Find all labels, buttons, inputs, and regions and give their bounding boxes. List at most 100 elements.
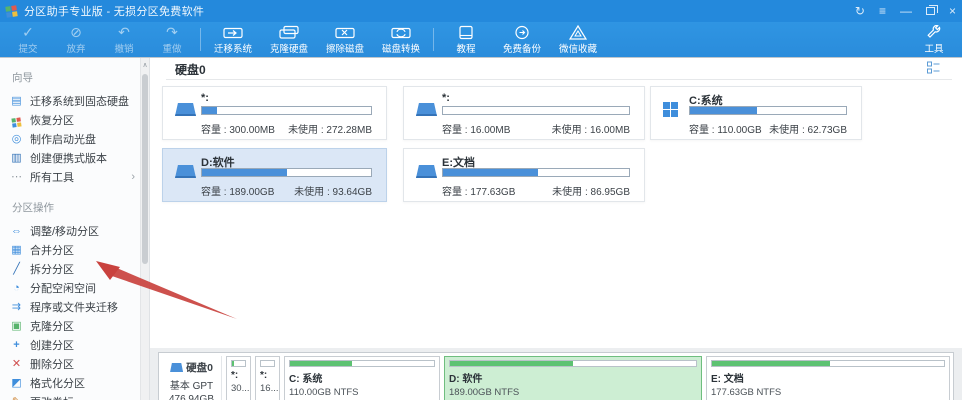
trash-icon: ✕ <box>11 357 22 370</box>
sidebar-item-resize-move-partition[interactable]: ⇔ 调整/移动分区 <box>10 221 149 240</box>
drive-convert-icon <box>390 25 412 40</box>
sidebar-item-make-bootable-cd[interactable]: ◎ 制作启动光盘 <box>10 129 149 148</box>
disk-block-e[interactable]: E: 文档 177.63GB NTFS <box>706 356 950 400</box>
sidebar-item-delete-partition[interactable]: ✕ 删除分区 <box>10 354 149 373</box>
usage-bar <box>201 168 372 177</box>
check-icon: ✓ <box>22 23 34 40</box>
toolbar: ✓ 提交 ⊘ 放弃 ↶ 撤销 ↷ 重做 迁移系统 克隆硬盘 擦除磁盘 磁盘转换 … <box>0 22 962 58</box>
chevron-right-icon: › <box>131 170 135 183</box>
sidebar-section-wizards: 向导 <box>12 72 33 84</box>
book-icon <box>457 25 475 40</box>
clock-pie-icon: ◔ <box>13 281 20 294</box>
refresh-icon[interactable]: ↻ <box>855 5 865 17</box>
pinwheel-icon <box>10 113 23 128</box>
sidebar-item-format-partition[interactable]: ◩ 格式化分区 <box>10 373 149 392</box>
drive-icon <box>175 165 196 178</box>
wrench-icon <box>926 24 942 40</box>
portable-drive-icon: ▥ <box>11 151 22 164</box>
usage-bar <box>689 106 847 115</box>
aomei-triangle-icon <box>569 24 587 40</box>
sidebar-item-recover-partition[interactable]: 恢复分区 <box>10 110 149 129</box>
sidebar-item-migrate-to-ssd[interactable]: ▤ 迁移系统到固态硬盘 <box>10 91 149 110</box>
discard-icon: ⊘ <box>70 23 82 40</box>
disk-block-reserved2[interactable]: *: 16... <box>255 356 280 400</box>
divider <box>166 79 952 80</box>
tutorial-button[interactable]: 教程 <box>438 22 494 57</box>
disk-convert-button[interactable]: 磁盘转换 <box>373 22 429 57</box>
tools-button[interactable]: 工具 <box>910 22 958 57</box>
partition-assistant-window: 分区助手专业版 - 无损分区免费软件 ↻ ≡ — × ✓ 提交 ⊘ 放弃 ↶ 撤… <box>0 0 962 400</box>
backup-sync-icon <box>513 25 531 40</box>
disk-block-reserved1[interactable]: *: 30... <box>226 356 251 400</box>
drive-icon <box>416 165 437 178</box>
ellipsis-icon: ⋯ <box>11 170 22 183</box>
partition-card-c[interactable]: C:系统 容量 : 110.00GB 未使用 : 62.73GB <box>650 86 862 140</box>
plus-icon: + <box>13 338 20 351</box>
scrollbar-thumb[interactable] <box>142 74 148 264</box>
partition-card-e[interactable]: E:文档 容量 : 177.63GB 未使用 : 86.95GB <box>403 148 645 202</box>
drive-arrow-icon <box>222 25 244 40</box>
partition-card-reserved2[interactable]: *: 容量 : 16.00MB 未使用 : 16.00MB <box>403 86 645 140</box>
merge-icon: ▦ <box>11 243 22 256</box>
disk-info[interactable]: 硬盘0 基本 GPT 476.94GB <box>162 356 222 400</box>
monitor-icon: ▤ <box>11 94 22 107</box>
disk-size: 476.94GB <box>168 394 215 400</box>
free-backup-button[interactable]: 免费备份 <box>494 22 550 57</box>
resize-arrows-icon: ⇔ <box>11 224 22 237</box>
wechat-follow-button[interactable]: 微信收藏 <box>550 22 606 57</box>
view-toggle-icon[interactable] <box>927 61 940 79</box>
drive-icon <box>175 103 196 116</box>
redo-icon: ↷ <box>166 23 178 40</box>
minimize-button[interactable]: — <box>900 5 912 17</box>
drive-icon <box>416 103 437 116</box>
sidebar-item-app-folder-mover[interactable]: ⇉ 程序或文件夹迁移 <box>10 297 149 316</box>
migrate-system-button[interactable]: 迁移系统 <box>205 22 261 57</box>
disk-map-zone: 硬盘0 基本 GPT 476.94GB *: 30... *: 16... C:… <box>150 348 962 400</box>
redo-button[interactable]: ↷ 重做 <box>148 22 196 57</box>
main-panel: 硬盘0 *: 容量 : 300.00MB 未使用 : 272.28MB *: 容… <box>150 58 962 400</box>
close-button[interactable]: × <box>949 5 956 17</box>
format-icon: ◩ <box>11 376 22 389</box>
app-logo-icon <box>5 4 18 18</box>
scroll-up-icon[interactable]: ∧ <box>141 61 149 69</box>
undo-button[interactable]: ↶ 撤销 <box>100 22 148 57</box>
clone-icon: ▣ <box>11 319 22 332</box>
disc-icon: ◎ <box>11 132 22 145</box>
title-bar: 分区助手专业版 - 无损分区免费软件 ↻ ≡ — × <box>0 0 962 22</box>
disk-type: 基本 GPT <box>169 381 214 392</box>
sidebar-item-create-portable-version[interactable]: ▥ 创建便携式版本 <box>10 148 149 167</box>
usage-bar <box>442 168 630 177</box>
pencil-icon: ✎ <box>10 396 23 400</box>
disk-title: 硬盘0 <box>175 63 206 77</box>
move-arrows-icon: ⇉ <box>11 300 22 313</box>
sidebar-item-allocate-free-space[interactable]: ◔ 分配空闲空间 <box>10 278 149 297</box>
discard-button[interactable]: ⊘ 放弃 <box>52 22 100 57</box>
usage-bar <box>442 106 630 115</box>
sidebar-item-split-partition[interactable]: ╱ 拆分分区 <box>10 259 149 278</box>
sidebar-item-all-tools[interactable]: ⋯ 所有工具 › <box>10 167 149 186</box>
usage-bar <box>201 106 372 115</box>
sidebar-item-create-partition[interactable]: + 创建分区 <box>10 335 149 354</box>
commit-button[interactable]: ✓ 提交 <box>4 22 52 57</box>
sidebar-item-change-label[interactable]: ✎ 更改卷标 <box>10 392 149 400</box>
sidebar: 向导 ▤ 迁移系统到固态硬盘 恢复分区 ◎ 制作启动光盘 ▥ 创建便携式版本 ⋯… <box>0 58 150 400</box>
split-knife-icon: ╱ <box>13 262 20 275</box>
sidebar-item-merge-partitions[interactable]: ▦ 合并分区 <box>10 240 149 259</box>
partition-card-d[interactable]: D:软件 容量 : 189.00GB 未使用 : 93.64GB <box>162 148 387 202</box>
sidebar-item-clone-partition[interactable]: ▣ 克隆分区 <box>10 316 149 335</box>
disk-block-c[interactable]: C: 系统 110.00GB NTFS <box>284 356 440 400</box>
disk-row: 硬盘0 基本 GPT 476.94GB *: 30... *: 16... C:… <box>158 352 954 400</box>
partition-card-reserved1[interactable]: *: 容量 : 300.00MB 未使用 : 272.28MB <box>162 86 387 140</box>
windows-logo-icon <box>663 102 678 117</box>
disk-block-d[interactable]: D: 软件 189.00GB NTFS <box>444 356 703 400</box>
window-title: 分区助手专业版 - 无损分区免费软件 <box>24 6 205 18</box>
menu-icon[interactable]: ≡ <box>879 5 886 17</box>
maximize-button[interactable] <box>925 5 938 15</box>
undo-icon: ↶ <box>118 23 130 40</box>
drive-wipe-icon <box>334 25 356 40</box>
clone-disk-button[interactable]: 克隆硬盘 <box>261 22 317 57</box>
sidebar-section-partition-ops: 分区操作 <box>12 202 54 214</box>
sidebar-scrollbar[interactable]: ∧ <box>140 58 149 400</box>
wipe-disk-button[interactable]: 擦除磁盘 <box>317 22 373 57</box>
drive-clone-icon <box>278 25 300 40</box>
